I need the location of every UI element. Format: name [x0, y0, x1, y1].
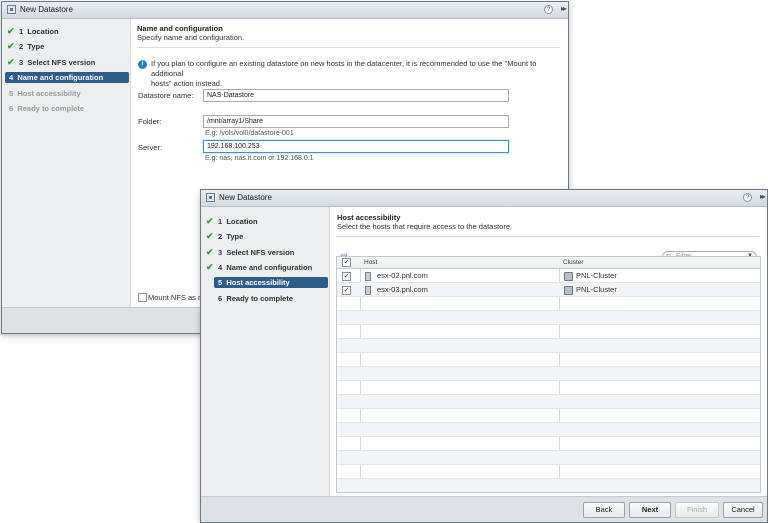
datastore-icon: [7, 5, 16, 14]
empty-row: [337, 451, 760, 465]
table-row[interactable]: ✓ esx-02.pnl.com PNL-Cluster: [337, 269, 760, 283]
step-name-and-configuration[interactable]: 4 Name and configuration: [5, 72, 129, 83]
step-name-and-configuration[interactable]: ✔ 4 Name and configuration: [204, 262, 328, 273]
page-subtitle: Specify name and configuration.: [137, 33, 244, 42]
header-divider: [137, 47, 560, 48]
folder-input[interactable]: /mnt/array1/Share: [203, 115, 509, 128]
empty-row: [337, 479, 760, 493]
column-header-cluster[interactable]: Cluster: [563, 259, 584, 266]
page-title: Name and configuration: [137, 24, 244, 33]
expand-icon[interactable]: ▸▸: [561, 4, 565, 13]
host-icon: [365, 286, 371, 295]
folder-label: Folder:: [138, 117, 161, 126]
step-host-accessibility[interactable]: 5 Host accessibility: [214, 277, 328, 288]
mount-nfs-readonly-label: Mount NFS as re: [148, 293, 205, 302]
host-icon: [365, 272, 371, 281]
page-title: Host accessibility: [337, 213, 512, 222]
empty-row: [337, 339, 760, 353]
empty-row: [337, 353, 760, 367]
check-icon: ✔: [7, 41, 15, 52]
info-icon: i: [138, 60, 147, 69]
cancel-button[interactable]: Cancel: [723, 502, 763, 518]
server-label: Server:: [138, 143, 162, 152]
step-type[interactable]: ✔ 2 Type: [5, 41, 129, 52]
datastore-name-label: Datastore name:: [138, 91, 193, 100]
step-location[interactable]: ✔ 1 Location: [5, 26, 129, 37]
empty-row: [337, 381, 760, 395]
empty-row: [337, 297, 760, 311]
wizard-steps: ✔ 1 Location ✔ 2 Type ✔ 3 Select NFS ver…: [2, 19, 131, 333]
empty-row: [337, 423, 760, 437]
dialog-title: New Datastore: [20, 5, 73, 14]
folder-hint: E.g: /vols/vol0/datastore-001: [205, 130, 294, 137]
step-select-nfs-version[interactable]: ✔ 3 Select NFS version: [5, 57, 129, 68]
datastore-icon: [206, 193, 215, 202]
header-divider: [336, 236, 759, 237]
check-icon: ✔: [206, 262, 214, 273]
expand-icon[interactable]: ▸▸: [760, 192, 764, 201]
cluster-name: PNL-Cluster: [576, 285, 617, 294]
server-input[interactable]: 192.168.100.253: [203, 140, 509, 153]
empty-row: [337, 311, 760, 325]
step-location[interactable]: ✔ 1 Location: [204, 216, 328, 227]
check-icon: ✔: [206, 231, 214, 242]
empty-row: [337, 465, 760, 479]
table-row[interactable]: ✓ esx-03.pnl.com PNL-Cluster: [337, 283, 760, 297]
server-hint: E.g: nas, nas.it.com or 192.168.0.1: [205, 155, 314, 162]
row-checkbox[interactable]: ✓: [342, 272, 351, 281]
step-type[interactable]: ✔ 2 Type: [204, 231, 328, 242]
check-icon: ✔: [7, 26, 15, 37]
select-all-checkbox[interactable]: ✓: [342, 258, 351, 267]
dialog-footer: Back Next Finish Cancel: [201, 496, 767, 522]
dialog-title: New Datastore: [219, 193, 272, 202]
host-name: esx-03.pnl.com: [377, 285, 428, 294]
dialog-title-bar: New Datastore ? ▸▸: [2, 2, 568, 19]
help-icon[interactable]: ?: [743, 193, 752, 202]
check-icon: ✔: [206, 216, 214, 227]
empty-row: [337, 409, 760, 423]
page-subtitle: Select the hosts that require access to …: [337, 222, 512, 231]
help-icon[interactable]: ?: [544, 5, 553, 14]
wizard-steps: ✔ 1 Location ✔ 2 Type ✔ 3 Select NFS ver…: [201, 207, 330, 497]
row-checkbox[interactable]: ✓: [342, 286, 351, 295]
cluster-name: PNL-Cluster: [576, 271, 617, 280]
check-icon: ✔: [7, 57, 15, 68]
step-ready-to-complete: 6 Ready to complete: [204, 293, 328, 304]
page-header: Name and configuration Specify name and …: [137, 24, 244, 42]
host-grid: ✓ Host Cluster ✓ esx-02.pnl.com PNL-Clus…: [336, 256, 761, 493]
host-name: esx-02.pnl.com: [377, 271, 428, 280]
cluster-icon: [564, 286, 573, 295]
step-ready-to-complete: 6 Ready to complete: [5, 103, 129, 114]
new-datastore-dialog: New Datastore ? ▸▸ ✔ 1 Location ✔ 2 Type…: [200, 189, 768, 523]
step-select-nfs-version[interactable]: ✔ 3 Select NFS version: [204, 247, 328, 258]
empty-row: [337, 325, 760, 339]
step-host-accessibility: 5 Host accessibility: [5, 88, 129, 99]
next-button[interactable]: Next: [629, 502, 671, 518]
empty-row: [337, 367, 760, 381]
dialog-title-bar: New Datastore ? ▸▸: [201, 190, 767, 207]
column-header-host[interactable]: Host: [364, 259, 377, 266]
info-message: If you plan to configure an existing dat…: [151, 59, 568, 89]
check-icon: ✔: [206, 247, 214, 258]
page-header: Host accessibility Select the hosts that…: [337, 213, 512, 231]
cluster-icon: [564, 272, 573, 281]
empty-row: [337, 437, 760, 451]
datastore-name-input[interactable]: NAS-Datastore: [203, 89, 509, 102]
grid-header: ✓ Host Cluster: [337, 257, 760, 269]
finish-button: Finish: [675, 502, 719, 518]
empty-row: [337, 395, 760, 409]
mount-nfs-readonly-checkbox[interactable]: [138, 293, 147, 302]
back-button[interactable]: Back: [583, 502, 625, 518]
